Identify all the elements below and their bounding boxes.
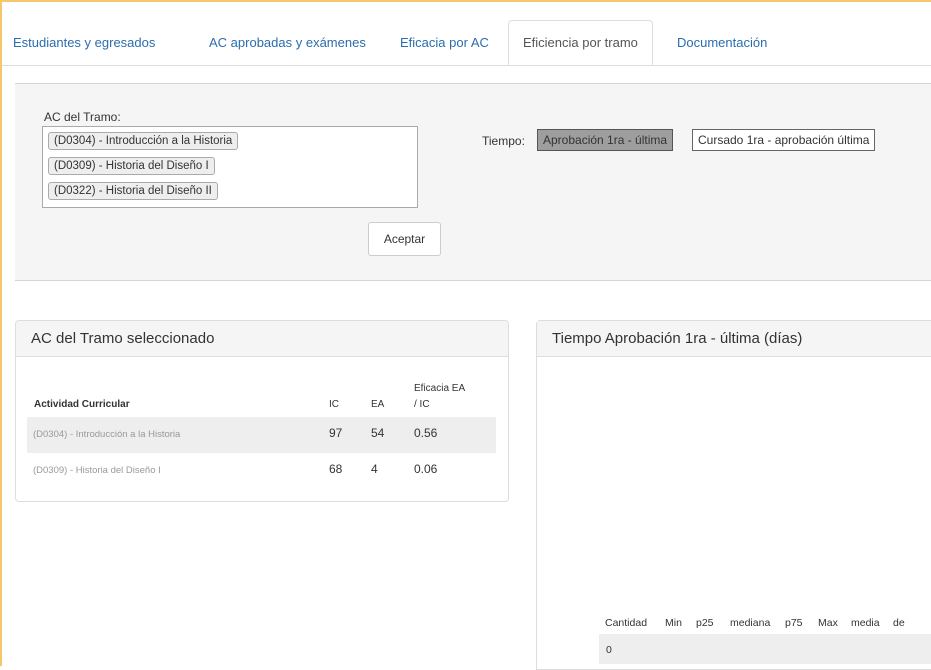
stat-header-max: Max xyxy=(818,617,838,629)
cell-ic: 68 xyxy=(329,462,343,476)
stat-header-p75: p75 xyxy=(785,617,803,629)
left-accent-border xyxy=(0,0,2,666)
column-header-ea: EA xyxy=(371,399,385,410)
tab-documentacion[interactable]: Documentación xyxy=(677,20,767,65)
column-header-eficacia-line1: Eficacia EA xyxy=(414,383,466,394)
tab-eficacia-por-ac[interactable]: Eficacia por AC xyxy=(400,20,489,65)
cell-eficacia: 0.56 xyxy=(414,426,438,440)
cell-eficacia: 0.06 xyxy=(414,462,438,476)
stat-header-p25: p25 xyxy=(696,617,714,629)
tiempo-option-cursado[interactable]: Cursado 1ra - aprobación última xyxy=(692,129,876,151)
filter-panel: AC del Tramo: (D0304) - Introducción a l… xyxy=(15,83,931,281)
box-header: AC del Tramo seleccionado xyxy=(16,321,508,357)
selected-ac-chip[interactable]: (D0322) - Historia del Diseño II xyxy=(48,182,218,200)
table-row: (D0304) - Introducción a la Historia 97 … xyxy=(27,417,496,453)
stat-header-media: media xyxy=(851,617,880,629)
tab-estudiantes-egresados[interactable]: Estudiantes y egresados xyxy=(13,20,155,65)
top-accent-border xyxy=(0,0,931,2)
selected-ac-chip[interactable]: (D0304) - Introducción a la Historia xyxy=(48,132,239,150)
tabs-divider xyxy=(2,65,931,66)
tiempo-aprobacion-box: Tiempo Aprobación 1ra - última (días) Ca… xyxy=(536,320,931,670)
stat-header-mediana: mediana xyxy=(730,617,771,629)
box-title: AC del Tramo seleccionado xyxy=(31,330,215,347)
cell-actividad: (D0309) - Historia del Diseño I xyxy=(33,465,161,476)
stat-header-min: Min xyxy=(665,617,682,629)
box-title: Tiempo Aprobación 1ra - última (días) xyxy=(552,330,803,347)
box-header: Tiempo Aprobación 1ra - última (días) xyxy=(537,321,931,357)
column-header-ic: IC xyxy=(329,399,339,410)
tab-eficiencia-por-tramo[interactable]: Eficiencia por tramo xyxy=(508,20,653,66)
ac-tramo-seleccionado-box: AC del Tramo seleccionado Actividad Curr… xyxy=(15,320,509,502)
cell-actividad: (D0304) - Introducción a la Historia xyxy=(33,429,181,440)
stat-header-de: de xyxy=(893,617,905,629)
stat-row: 0 xyxy=(599,634,931,664)
tiempo-option-aprobacion[interactable]: Aprobación 1ra - última xyxy=(537,129,674,151)
ac-tramo-multiselect[interactable]: (D0304) - Introducción a la Historia (D0… xyxy=(42,126,418,208)
tab-ac-aprobadas-examenes[interactable]: AC aprobadas y exámenes xyxy=(209,20,366,65)
cell-ic: 97 xyxy=(329,426,343,440)
cell-ea: 54 xyxy=(371,426,385,440)
tiempo-label: Tiempo: xyxy=(482,134,525,148)
table-row: (D0309) - Historia del Diseño I 68 4 0.0… xyxy=(27,453,496,489)
selected-ac-chip[interactable]: (D0309) - Historia del Diseño I xyxy=(48,157,215,175)
ac-tramo-label: AC del Tramo: xyxy=(44,110,121,124)
cell-ea: 4 xyxy=(371,462,378,476)
tab-bar: Estudiantes y egresados AC aprobadas y e… xyxy=(2,20,931,66)
column-header-actividad: Actividad Curricular xyxy=(34,399,130,410)
stat-header-cantidad: Cantidad xyxy=(605,617,648,629)
column-header-eficacia-line2: / IC xyxy=(414,399,430,410)
accept-button[interactable]: Aceptar xyxy=(368,222,441,256)
stat-cantidad-value: 0 xyxy=(606,644,612,656)
